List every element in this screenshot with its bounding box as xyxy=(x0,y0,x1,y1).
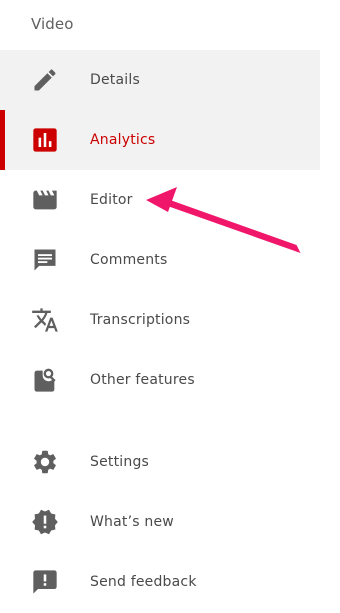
translate-icon xyxy=(31,306,59,334)
comment-icon xyxy=(31,246,59,274)
sidebar-item-settings[interactable]: Settings xyxy=(0,432,320,492)
section-title: Video xyxy=(31,15,74,33)
video-sidebar: Video Details Analytics Editor Comments … xyxy=(0,0,340,613)
sidebar-item-analytics[interactable]: Analytics xyxy=(0,110,320,170)
sidebar-item-send-feedback[interactable]: Send feedback xyxy=(0,552,320,612)
sidebar-item-whats-new[interactable]: What’s new xyxy=(0,492,320,552)
badge-alert-icon xyxy=(31,508,59,536)
sidebar-item-transcriptions[interactable]: Transcriptions xyxy=(0,290,320,350)
analytics-icon xyxy=(31,126,59,154)
sidebar-item-editor[interactable]: Editor xyxy=(0,170,320,230)
gear-icon xyxy=(31,448,59,476)
sidebar-item-label: Settings xyxy=(90,454,150,470)
sidebar-item-label: Editor xyxy=(90,192,133,208)
sidebar-item-details[interactable]: Details xyxy=(0,50,320,110)
sidebar-item-label: Send feedback xyxy=(90,574,197,590)
sidebar-item-other-features[interactable]: Other features xyxy=(0,350,320,410)
sidebar-item-comments[interactable]: Comments xyxy=(0,230,320,290)
sidebar-item-label: Details xyxy=(90,72,140,88)
sidebar-item-label: Other features xyxy=(90,372,195,388)
sidebar-item-label: Analytics xyxy=(90,132,156,148)
clapperboard-icon xyxy=(31,186,59,214)
feedback-icon xyxy=(31,568,59,596)
sidebar-item-label: Transcriptions xyxy=(90,312,191,328)
search-file-icon xyxy=(31,366,59,394)
sidebar-item-label: What’s new xyxy=(90,514,174,530)
pencil-icon xyxy=(31,66,59,94)
active-indicator xyxy=(0,110,5,170)
sidebar-item-label: Comments xyxy=(90,252,168,268)
